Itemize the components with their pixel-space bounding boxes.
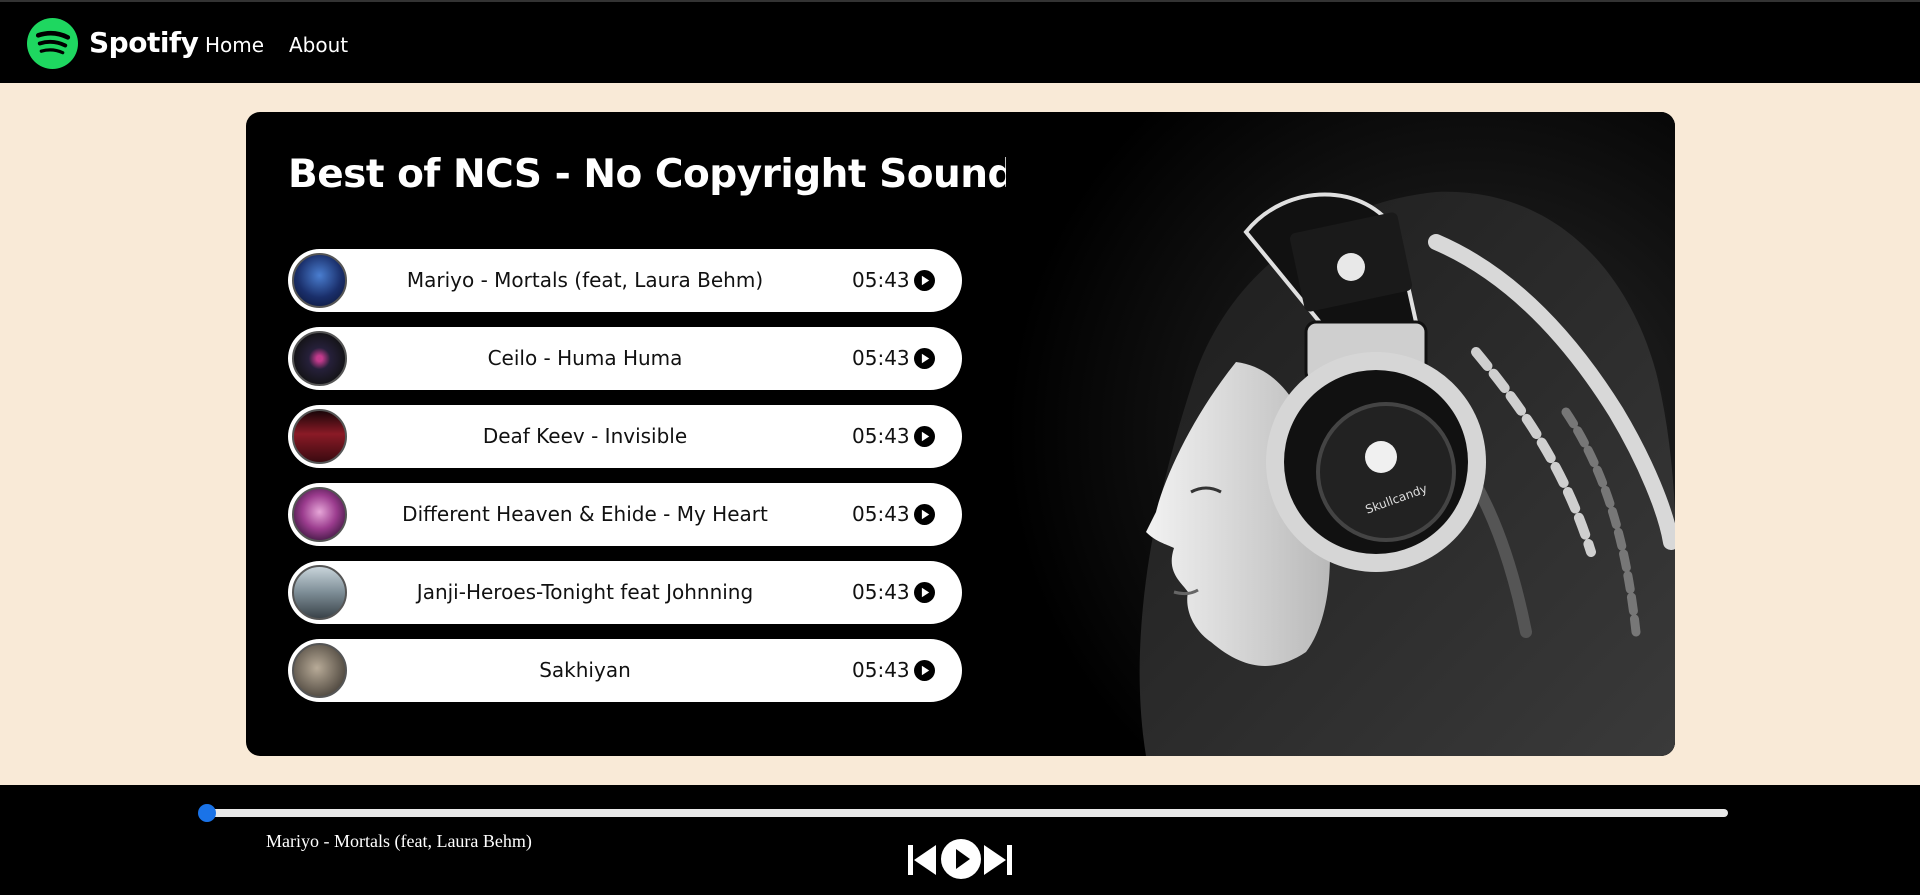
playlist-title: Best of NCS - No Copyright Sounds bbox=[288, 152, 1038, 197]
song-duration: 05:43 bbox=[852, 346, 910, 370]
progress-thumb[interactable] bbox=[198, 804, 216, 822]
song-cover-image bbox=[292, 643, 347, 698]
next-icon[interactable] bbox=[984, 845, 1012, 875]
play-circle-icon[interactable] bbox=[914, 348, 935, 369]
now-playing-title: Mariyo - Mortals (feat, Laura Behm) bbox=[266, 831, 532, 851]
song-item[interactable]: Ceilo - Huma Huma 05:43 bbox=[288, 327, 962, 390]
player-bar: Mariyo - Mortals (feat, Laura Behm) bbox=[0, 785, 1920, 895]
song-name: Ceilo - Huma Huma bbox=[487, 346, 683, 370]
song-cover-image bbox=[292, 253, 347, 308]
headphones-girl-image: Skullcandy bbox=[1006, 112, 1675, 756]
song-duration: 05:43 bbox=[852, 502, 910, 526]
song-cover-image bbox=[292, 565, 347, 620]
nav-about-link[interactable]: About bbox=[289, 33, 348, 57]
song-duration: 05:43 bbox=[852, 268, 910, 292]
song-name: Deaf Keev - Invisible bbox=[482, 424, 688, 448]
play-circle-icon[interactable] bbox=[914, 504, 935, 525]
song-name: Different Heaven & Ehide - My Heart bbox=[402, 502, 768, 526]
song-item[interactable]: Sakhiyan 05:43 bbox=[288, 639, 962, 702]
play-icon[interactable] bbox=[940, 837, 982, 881]
song-duration: 05:43 bbox=[852, 424, 910, 448]
song-duration: 05:43 bbox=[852, 580, 910, 604]
song-cover-image bbox=[292, 487, 347, 542]
song-item[interactable]: Mariyo - Mortals (feat, Laura Behm) 05:4… bbox=[288, 249, 962, 312]
song-name: Janji-Heroes-Tonight feat Johnning bbox=[416, 580, 754, 604]
play-circle-icon[interactable] bbox=[914, 270, 935, 291]
playlist-container: Best of NCS - No Copyright Sounds Mariyo… bbox=[246, 112, 1675, 756]
navbar: Spotify Home About bbox=[0, 0, 1920, 83]
play-circle-icon[interactable] bbox=[914, 660, 935, 681]
song-list: Mariyo - Mortals (feat, Laura Behm) 05:4… bbox=[288, 249, 962, 717]
song-name: Mariyo - Mortals (feat, Laura Behm) bbox=[406, 268, 764, 292]
nav-home-link[interactable]: Home bbox=[205, 33, 264, 57]
song-cover-image bbox=[292, 409, 347, 464]
previous-icon[interactable] bbox=[908, 845, 936, 875]
song-item[interactable]: Different Heaven & Ehide - My Heart 05:4… bbox=[288, 483, 962, 546]
spotify-logo-icon[interactable] bbox=[27, 18, 78, 69]
song-item[interactable]: Janji-Heroes-Tonight feat Johnning 05:43 bbox=[288, 561, 962, 624]
playback-controls bbox=[908, 837, 1012, 881]
song-duration: 05:43 bbox=[852, 658, 910, 682]
song-name: Sakhiyan bbox=[539, 658, 631, 682]
song-cover-image bbox=[292, 331, 347, 386]
play-circle-icon[interactable] bbox=[914, 426, 935, 447]
progress-bar[interactable] bbox=[198, 804, 1728, 822]
song-item[interactable]: Deaf Keev - Invisible 05:43 bbox=[288, 405, 962, 468]
play-circle-icon[interactable] bbox=[914, 582, 935, 603]
brand-name[interactable]: Spotify bbox=[89, 26, 199, 59]
